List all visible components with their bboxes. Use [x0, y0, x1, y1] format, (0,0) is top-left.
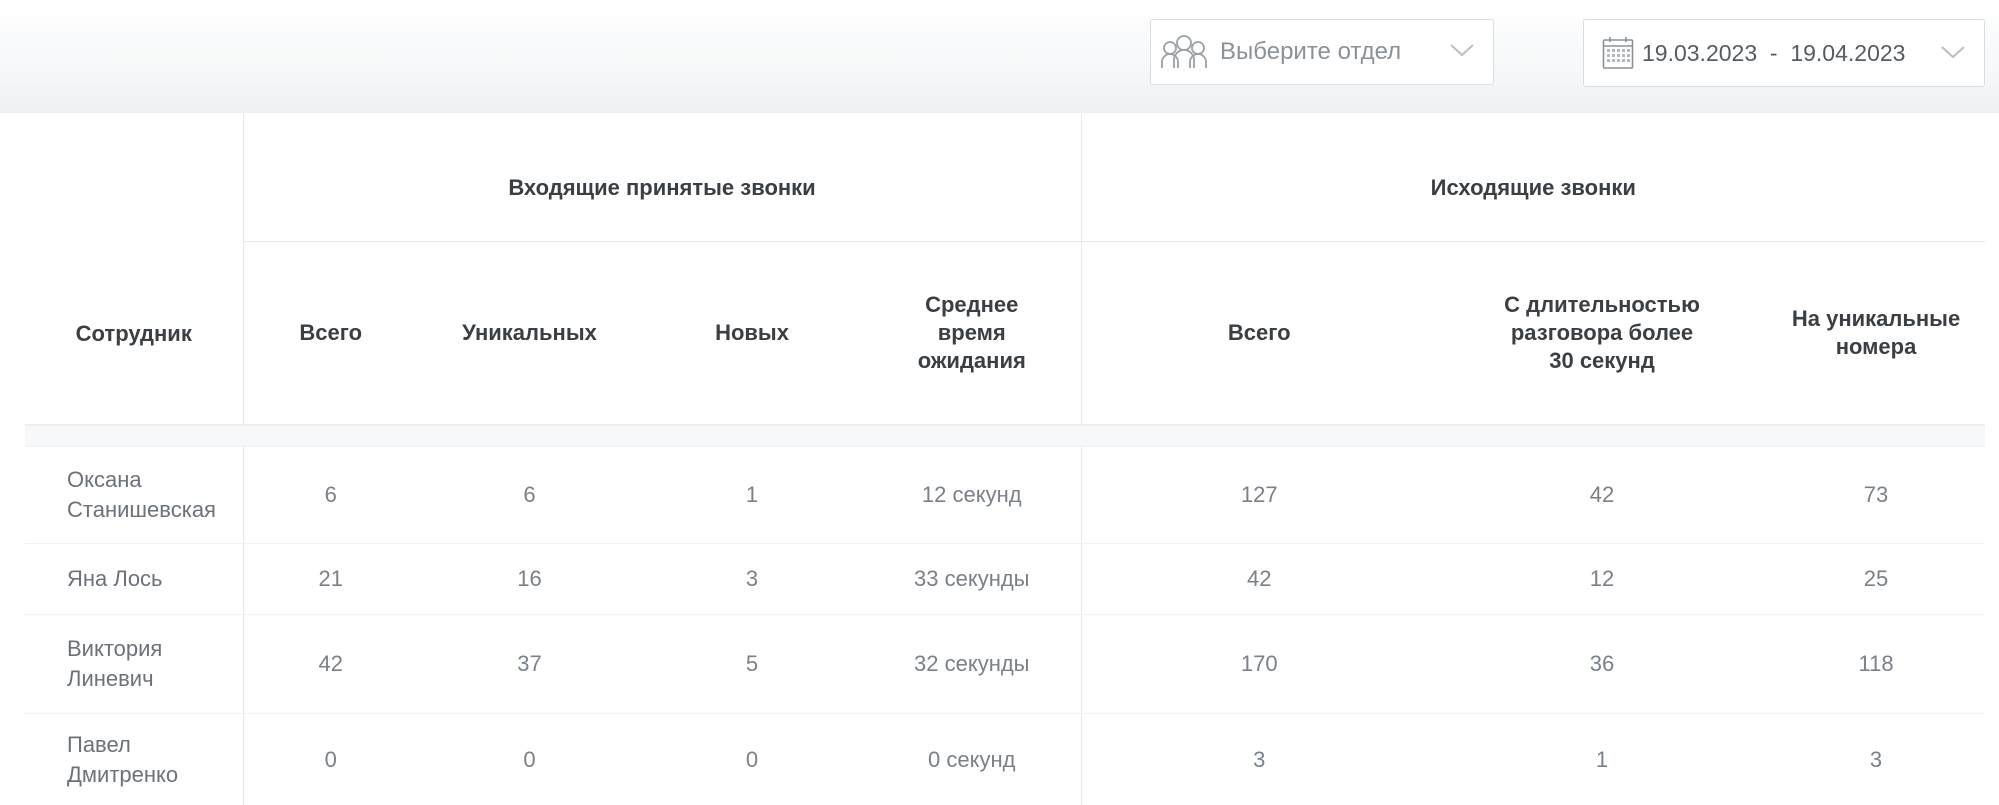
table-cell: 73	[1767, 447, 1985, 544]
table-cell: 1	[1437, 714, 1767, 805]
filter-bar: Выберите отдел 19.03.2023 - 19.04	[0, 0, 1999, 113]
table-cell: 42	[1081, 544, 1437, 615]
table-cell: 127	[1081, 447, 1437, 544]
department-select[interactable]: Выберите отдел	[1150, 19, 1494, 85]
incoming-calls-group-header: Входящие принятые звонки	[243, 114, 1081, 242]
table-cell: 12 секунд	[863, 447, 1081, 544]
incoming-unique-header: Уникальных	[418, 242, 641, 426]
employee-name: Павел Дмитренко	[25, 714, 243, 805]
outgoing-over-30s-header: С длительностью разговора более 30 секун…	[1437, 242, 1767, 426]
table-cell: 0	[418, 714, 641, 805]
table-cell: 21	[243, 544, 418, 615]
table-cell: 6	[243, 447, 418, 544]
table-row: Оксана Станишевская 6 6 1 12 секунд 127 …	[25, 447, 1985, 544]
table-row: Яна Лось 21 16 3 33 секунды 42 12 25	[25, 544, 1985, 615]
chevron-down-icon	[1449, 42, 1475, 63]
chevron-down-icon	[1940, 44, 1966, 65]
date-range-select[interactable]: 19.03.2023 - 19.04.2023	[1583, 19, 1985, 87]
table-cell: 25	[1767, 544, 1985, 615]
table-cell: 0 секунд	[863, 714, 1081, 805]
incoming-new-header: Новых	[641, 242, 863, 426]
table-cell: 16	[418, 544, 641, 615]
department-placeholder: Выберите отдел	[1220, 38, 1401, 66]
outgoing-total-header: Всего	[1081, 242, 1437, 426]
employee-name: Яна Лось	[25, 544, 243, 615]
table-cell: 33 секунды	[863, 544, 1081, 615]
table-row: Павел Дмитренко 0 0 0 0 секунд 3 1 3	[25, 714, 1985, 805]
outgoing-calls-group-header: Исходящие звонки	[1081, 114, 1985, 242]
table-cell: 118	[1767, 615, 1985, 714]
table-cell: 32 секунды	[863, 615, 1081, 714]
table-cell: 3	[1081, 714, 1437, 805]
table-cell: 5	[641, 615, 863, 714]
table-row: Виктория Линевич 42 37 5 32 секунды 170 …	[25, 615, 1985, 714]
table-cell: 36	[1437, 615, 1767, 714]
employee-name: Оксана Станишевская	[25, 447, 243, 544]
table-cell: 12	[1437, 544, 1767, 615]
calendar-icon	[1602, 36, 1634, 70]
table-cell: 3	[1767, 714, 1985, 805]
table-cell: 6	[418, 447, 641, 544]
table-cell: 170	[1081, 615, 1437, 714]
table-cell: 42	[1437, 447, 1767, 544]
table-cell: 3	[641, 544, 863, 615]
outgoing-unique-numbers-header: На уникальные номера	[1767, 242, 1985, 426]
table-cell: 42	[243, 615, 418, 714]
header-spacer	[25, 425, 1985, 447]
table-cell: 0	[641, 714, 863, 805]
date-range-value: 19.03.2023 - 19.04.2023	[1642, 40, 1905, 67]
incoming-avg-wait-header: Среднее время ожидания	[863, 242, 1081, 426]
incoming-total-header: Всего	[243, 242, 418, 426]
table-cell: 0	[243, 714, 418, 805]
employee-column-header: Сотрудник	[25, 114, 243, 425]
calls-report-table: Сотрудник Входящие принятые звонки Исход…	[25, 114, 1985, 805]
table-cell: 37	[418, 615, 641, 714]
employee-name: Виктория Линевич	[25, 615, 243, 714]
table-cell: 1	[641, 447, 863, 544]
people-group-icon	[1160, 32, 1208, 72]
